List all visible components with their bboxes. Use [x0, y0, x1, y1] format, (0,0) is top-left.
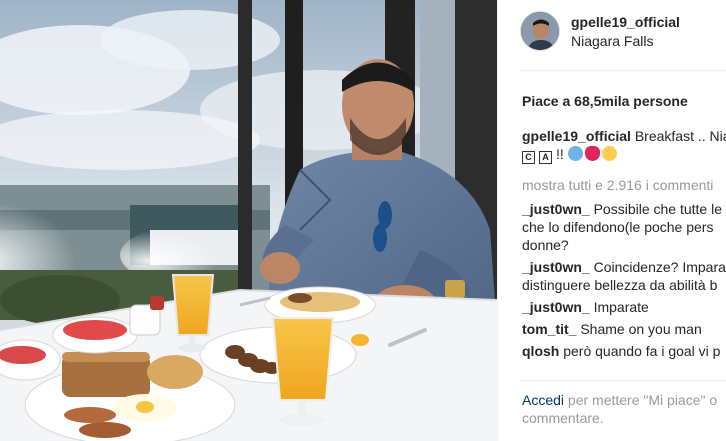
comment-text: Possibile che tutte le [593, 201, 722, 217]
comments-list: gpelle19_official Breakfast .. Niagara F… [522, 127, 726, 364]
comment-item: tom_tit_ Shame on you man [522, 320, 726, 338]
red-heart-icon [584, 146, 600, 161]
comment-username[interactable]: qlosh [522, 343, 559, 359]
caption-emoji-line: C A!! [522, 145, 726, 164]
post-side-panel: gpelle19_official Niagara Falls Piace a … [497, 0, 726, 441]
footer-divider [520, 380, 726, 381]
header-divider [520, 70, 726, 71]
comment-username[interactable]: _just0wn_ [522, 201, 590, 217]
caption-username[interactable]: gpelle19_official [522, 128, 631, 144]
comment-text: però quando fa i goal vi p [563, 343, 721, 359]
letter-c-box: C [522, 151, 535, 164]
comment-username[interactable]: _just0wn_ [522, 299, 590, 315]
login-prompt-text-cont: commentare. [522, 410, 604, 426]
exclamation-marks: !! [556, 146, 564, 162]
profile-picture-icon [521, 12, 559, 50]
post-location[interactable]: Niagara Falls [571, 33, 653, 49]
comment-username[interactable]: tom_tit_ [522, 321, 576, 337]
comment-username[interactable]: _just0wn_ [522, 259, 590, 275]
login-link[interactable]: Accedi [522, 392, 564, 408]
comment-text: Shame on you man [580, 321, 702, 337]
comment-item: _just0wn_ Coincidenze? Impara distinguer… [522, 258, 726, 294]
comment-text-cont: distinguere bellezza da abilità b [522, 277, 718, 293]
fearful-face-icon [567, 146, 583, 161]
login-prompt: Accedi per mettere "Mi piace" o commenta… [522, 391, 726, 427]
comment-item: _just0wn_ Imparate [522, 298, 726, 316]
comment-text: Coincidenze? Impara [593, 259, 726, 275]
letter-a-box: A [539, 151, 552, 164]
comment-item: _just0wn_ Possibile che tutte le che lo … [522, 200, 726, 254]
avatar[interactable] [520, 11, 560, 51]
comment-item: qlosh però quando fa i goal vi p [522, 342, 726, 360]
comment-text-cont: che lo difendono(le poche pers [522, 219, 714, 235]
breakfast-photo-image [0, 0, 497, 441]
comment-text: Imparate [593, 299, 649, 315]
post-username[interactable]: gpelle19_official [571, 14, 680, 30]
caption: gpelle19_official Breakfast .. Niagara F… [522, 127, 726, 145]
post-photo[interactable] [0, 0, 497, 441]
login-prompt-text: per mettere "Mi piace" o [567, 392, 718, 408]
view-all-comments-link[interactable]: mostra tutti e 2.916 i commenti [522, 176, 726, 194]
caption-text: Breakfast .. Niagara Falls [634, 128, 726, 144]
comment-text-cont: donne? [522, 237, 569, 253]
likes-count[interactable]: Piace a 68,5mila persone [522, 93, 688, 109]
heart-eyes-face-icon [601, 146, 617, 161]
post-header: gpelle19_official Niagara Falls [498, 0, 726, 63]
